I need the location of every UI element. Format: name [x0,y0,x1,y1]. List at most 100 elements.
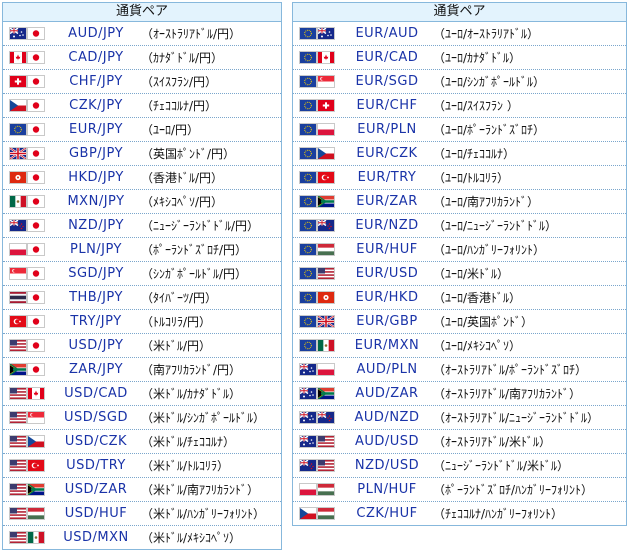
flag-cz-icon [318,148,334,159]
currency-pair-description: （米ﾄﾞﾙ/ﾁｪｺｺﾙﾅ） [141,435,236,449]
table-row: AUD/NZD （ｵｰｽﾄﾗﾘｱﾄﾞﾙ/ﾆｭｰｼﾞｰﾗﾝﾄﾞﾄﾞﾙ） [293,405,626,429]
currency-pair-code: USD/TRY [66,458,126,473]
flag-pair [3,52,51,63]
flag-sg-icon [28,412,44,423]
flag-pair [293,460,341,471]
table-row: EUR/AUD （ﾕｰﾛ/ｵｰｽﾄﾗﾘｱﾄﾞﾙ） [293,22,626,45]
flag-pair [3,340,51,351]
flag-eu-icon [300,316,316,327]
currency-pair-code: AUD/JPY [68,26,124,41]
flag-pair [293,436,341,447]
flag-pair [3,28,51,39]
currency-pair-description: （ｵｰｽﾄﾗﾘｱﾄﾞﾙ/ﾎﾟｰﾗﾝﾄﾞｽﾞﾛﾁ） [433,363,588,377]
flag-au-icon [300,412,316,423]
currency-pair-code: EUR/PLN [357,122,417,137]
currency-pair-code: USD/MXN [63,530,129,545]
table-row: NZD/USD （ﾆｭｰｼﾞｰﾗﾝﾄﾞﾄﾞﾙ/米ﾄﾞﾙ） [293,453,626,477]
currency-pair-code: EUR/ZAR [356,194,418,209]
currency-pair-description: （ｼﾝｶﾞﾎﾟｰﾙﾄﾞﾙ/円） [141,267,248,281]
flag-au-icon [300,436,316,447]
currency-pair-description: （米ﾄﾞﾙ/南ｱﾌﾘｶﾗﾝﾄﾞ） [141,483,260,497]
currency-pair-code: USD/CAD [64,386,128,401]
currency-pair-description: （ｶﾅﾀﾞﾄﾞﾙ/円） [141,51,224,65]
currency-pair-code: CZK/HUF [356,506,418,521]
flag-eu-icon [300,292,316,303]
flag-pair [293,340,341,351]
currency-pair-description: （ﾕｰﾛ/米ﾄﾞﾙ） [433,267,510,281]
flag-tr-icon [10,316,26,327]
flag-us-icon [318,268,334,279]
flag-eu-icon [10,124,26,135]
currency-pair-code: ZAR/JPY [68,362,124,377]
flag-pair [3,388,51,399]
flag-nz-icon [318,412,334,423]
flag-eu-icon [300,220,316,231]
currency-pair-description: （ﾁｪｺｺﾙﾅ/ﾊﾝｶﾞﾘｰﾌｫﾘﾝﾄ） [433,507,564,521]
currency-pair-code: EUR/TRY [357,170,417,185]
flag-pair [3,196,51,207]
flag-eu-icon [300,76,316,87]
currency-pair-description: （米ﾄﾞﾙ/ｼﾝｶﾞﾎﾟｰﾙﾄﾞﾙ） [141,411,266,425]
flag-eu-icon [300,340,316,351]
currency-pair-description: （ｵｰｽﾄﾗﾘｱﾄﾞﾙ/南ｱﾌﾘｶﾗﾝﾄﾞ） [433,387,582,401]
flag-pl-icon [318,364,334,375]
flag-eu-icon [300,124,316,135]
table-row: EUR/CHF （ﾕｰﾛ/ｽｲｽﾌﾗﾝ ） [293,93,626,117]
currency-pair-code: CAD/JPY [68,50,124,65]
flag-eu-icon [300,28,316,39]
currency-pair-description: （ﾕｰﾛ/円） [141,123,200,137]
currency-pair-description: （米ﾄﾞﾙ/円） [141,339,212,353]
flag-za-icon [318,196,334,207]
flag-eu-icon [300,244,316,255]
flag-jp-icon [28,340,44,351]
flag-pair [3,460,51,471]
flag-pair [293,76,341,87]
currency-pair-code: HKD/JPY [68,170,124,185]
currency-pair-description: （ﾕｰﾛ/南ｱﾌﾘｶﾗﾝﾄﾞ） [433,195,540,209]
flag-pair [3,436,51,447]
flag-za-icon [10,364,26,375]
flag-cz-icon [10,100,26,111]
flag-th-icon [10,292,26,303]
flag-us-icon [10,508,26,519]
flag-gb-icon [318,316,334,327]
currency-pair-description: （ﾕｰﾛ/ﾄﾙｺﾘﾗ） [433,171,510,185]
flag-pair [3,172,51,183]
flag-cz-icon [300,508,316,519]
flag-hu-icon [318,484,334,495]
table-row: AUD/USD （ｵｰｽﾄﾗﾘｱﾄﾞﾙ/米ﾄﾞﾙ） [293,429,626,453]
table-row: AUD/PLN （ｵｰｽﾄﾗﾘｱﾄﾞﾙ/ﾎﾟｰﾗﾝﾄﾞｽﾞﾛﾁ） [293,357,626,381]
table-row: EUR/JPY （ﾕｰﾛ/円） [3,117,281,141]
table-row: EUR/HKD （ﾕｰﾛ/香港ﾄﾞﾙ） [293,285,626,309]
flag-eu-icon [300,268,316,279]
table-row: EUR/GBP （ﾕｰﾛ/英国ﾎﾟﾝﾄﾞ） [293,309,626,333]
currency-pair-code: USD/HUF [64,506,128,521]
flag-mx-icon [10,196,26,207]
flag-pair [3,148,51,159]
flag-au-icon [300,364,316,375]
flag-pair [293,124,341,135]
table-row: PLN/JPY （ﾎﾟｰﾗﾝﾄﾞｽﾞﾛﾁ/円） [3,237,281,261]
currency-pair-table-right: 通貨ペア EUR/AUD （ﾕｰﾛ/ｵｰｽﾄﾗﾘｱﾄﾞﾙ） EUR/CAD （ﾕｰﾛ/… [292,2,627,526]
currency-pair-code: MXN/JPY [67,194,125,209]
currency-pair-description: （ﾕｰﾛ/ﾊﾝｶﾞﾘｰﾌｫﾘﾝﾄ） [433,243,546,257]
currency-pair-code: EUR/CZK [356,146,418,161]
currency-pair-description: （ﾎﾟｰﾗﾝﾄﾞｽﾞﾛﾁ/ﾊﾝｶﾞﾘｰﾌｫﾘﾝﾄ） [433,483,594,497]
flag-pair [293,196,341,207]
table-row: EUR/MXN （ﾕｰﾛ/ﾒｷｼｺﾍﾟｿ） [293,333,626,357]
flag-pair [293,316,341,327]
flag-nz-icon [10,220,26,231]
currency-pair-code: NZD/JPY [68,218,124,233]
table-row: USD/TRY （米ﾄﾞﾙ/ﾄﾙｺﾘﾗ） [3,453,281,477]
flag-pl-icon [318,124,334,135]
table-row: EUR/HUF （ﾕｰﾛ/ﾊﾝｶﾞﾘｰﾌｫﾘﾝﾄ） [293,237,626,261]
flag-pair [293,148,341,159]
flag-us-icon [10,412,26,423]
flag-pair [293,508,341,519]
currency-pair-description: （ｵｰｽﾄﾗﾘｱﾄﾞﾙ/米ﾄﾞﾙ） [433,435,552,449]
flag-jp-icon [28,196,44,207]
flag-us-icon [10,388,26,399]
flag-us-icon [10,460,26,471]
flag-hu-icon [318,508,334,519]
flag-pair [3,316,51,327]
